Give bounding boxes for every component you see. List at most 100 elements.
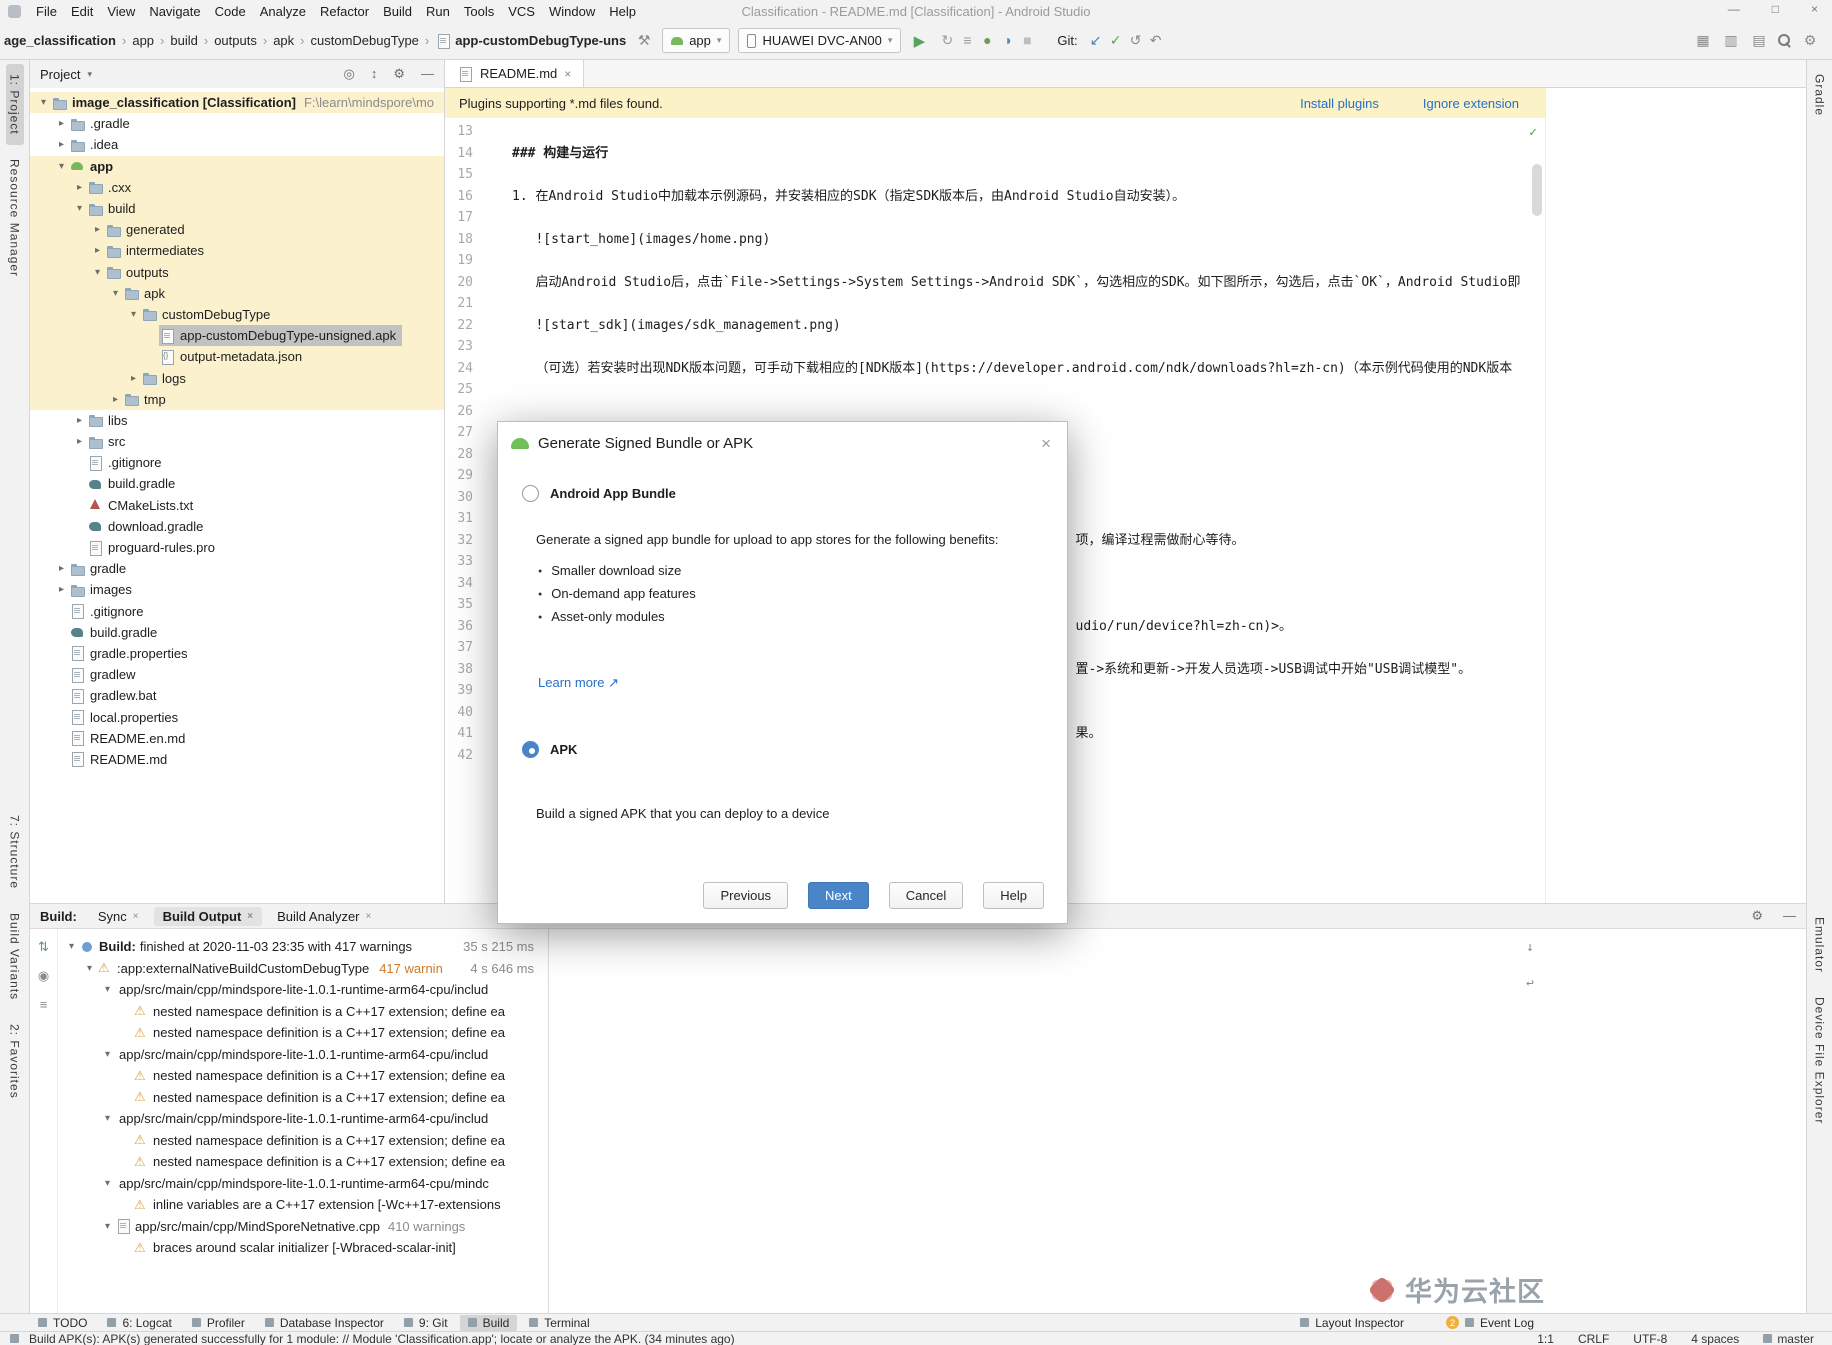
build-console[interactable]: ↓ ↩ bbox=[549, 929, 1806, 1313]
breadcrumb-item[interactable]: outputs bbox=[198, 33, 257, 48]
layout-inspector-icon[interactable]: ▦ bbox=[1693, 32, 1713, 49]
build-tree-row[interactable]: ▾ Build: finished at 2020-11-03 23:35 wi… bbox=[58, 936, 548, 958]
status-widget[interactable]: 1:1 bbox=[1537, 1332, 1554, 1345]
project-tree-row[interactable]: README.md bbox=[30, 749, 444, 770]
option-android-app-bundle[interactable]: Android App Bundle bbox=[522, 485, 1043, 502]
status-widget[interactable]: 4 spaces bbox=[1691, 1332, 1739, 1345]
project-tree-row[interactable]: gradlew.bat bbox=[30, 685, 444, 706]
breadcrumb-item[interactable]: age_classification bbox=[4, 33, 116, 48]
build-tree-row[interactable]: ▾ app/src/main/cpp/mindspore-lite-1.0.1-… bbox=[58, 979, 548, 1001]
build-tree-row[interactable]: inline variables are a C++17 extension [… bbox=[58, 1194, 548, 1216]
build-tree-row[interactable]: nested namespace definition is a C++17 e… bbox=[58, 1065, 548, 1087]
project-tree-row[interactable]: ▸ intermediates bbox=[30, 240, 444, 262]
project-tree-row[interactable]: gradlew bbox=[30, 664, 444, 685]
build-tree-row[interactable]: nested namespace definition is a C++17 e… bbox=[58, 1087, 548, 1109]
run-button[interactable]: ▶ bbox=[909, 32, 929, 50]
project-tree-row[interactable]: output-metadata.json bbox=[30, 346, 444, 368]
menu-item[interactable]: View bbox=[100, 3, 142, 20]
build-tree-row[interactable]: ▾ app/src/main/cpp/mindspore-lite-1.0.1-… bbox=[58, 1044, 548, 1066]
structure-view-icon[interactable]: ▤ bbox=[1749, 32, 1769, 49]
menu-item[interactable]: Code bbox=[208, 3, 253, 20]
menu-item[interactable]: Analyze bbox=[253, 3, 313, 20]
expand-arrow-icon[interactable]: ▾ bbox=[72, 203, 87, 214]
menu-item[interactable]: File bbox=[29, 3, 64, 20]
expand-arrow-icon[interactable]: ▾ bbox=[100, 984, 115, 995]
inspection-ok-icon[interactable]: ✓ bbox=[1529, 122, 1537, 144]
project-tree-row[interactable]: CMakeLists.txt bbox=[30, 495, 444, 516]
project-tree-row[interactable]: app-customDebugType-unsigned.apk bbox=[30, 325, 444, 347]
expand-arrow-icon[interactable]: ▸ bbox=[90, 224, 105, 235]
project-tree-row[interactable]: ▸ images bbox=[30, 579, 444, 600]
breadcrumb-item[interactable]: app-customDebugType-uns bbox=[419, 33, 626, 49]
project-tree-row[interactable]: ▸ generated bbox=[30, 219, 444, 241]
project-tree-row[interactable]: ▾ outputs bbox=[30, 261, 444, 283]
tool-window-button[interactable]: 1: Project bbox=[5, 64, 24, 145]
device-select[interactable]: HUAWEI DVC-AN00 ▾ bbox=[738, 28, 902, 53]
rollback-icon[interactable]: ↶ bbox=[1146, 32, 1166, 49]
device-manager-icon[interactable]: ▥ bbox=[1721, 32, 1741, 49]
project-tree-row[interactable]: build.gradle bbox=[30, 622, 444, 643]
breadcrumb-item[interactable]: build bbox=[154, 33, 197, 48]
debug-icon[interactable]: ● bbox=[977, 32, 997, 49]
tool-window-button[interactable]: 2: Favorites bbox=[6, 1014, 24, 1109]
project-tree-row[interactable]: .gitignore bbox=[30, 601, 444, 622]
menu-item[interactable]: VCS bbox=[501, 3, 542, 20]
build-tree-row[interactable]: ▾ app/src/main/cpp/MindSporeNetnative.cp… bbox=[58, 1216, 548, 1238]
project-tree-row[interactable]: README.en.md bbox=[30, 728, 444, 749]
window-control-button[interactable]: □ bbox=[1772, 2, 1779, 16]
expand-arrow-icon[interactable]: ▾ bbox=[36, 97, 51, 108]
close-tab-icon[interactable]: × bbox=[564, 67, 571, 81]
build-tree-row[interactable]: nested namespace definition is a C++17 e… bbox=[58, 1001, 548, 1023]
project-tree-row[interactable]: download.gradle bbox=[30, 516, 444, 537]
window-control-button[interactable]: × bbox=[1811, 2, 1818, 16]
build-hammer-icon[interactable]: ⚒ bbox=[634, 32, 654, 49]
scroll-to-end-icon[interactable]: ↓ bbox=[1526, 937, 1534, 959]
radio-unselected-icon[interactable] bbox=[522, 485, 539, 502]
expand-arrow-icon[interactable]: ▸ bbox=[108, 394, 123, 405]
menu-item[interactable]: Build bbox=[376, 3, 419, 20]
project-tree-row[interactable]: build.gradle bbox=[30, 473, 444, 494]
radio-selected-icon[interactable] bbox=[522, 741, 539, 758]
tool-window-button[interactable]: Layout Inspector bbox=[1292, 1315, 1412, 1331]
status-widget[interactable]: UTF-8 bbox=[1633, 1332, 1667, 1345]
project-tree-row[interactable]: ▾ build bbox=[30, 197, 444, 220]
tool-window-button[interactable]: Resource Manager bbox=[6, 149, 24, 287]
project-tree-row[interactable]: ▸ src bbox=[30, 431, 444, 452]
expand-arrow-icon[interactable]: ▸ bbox=[90, 245, 105, 256]
hide-build-icon[interactable]: — bbox=[1783, 908, 1796, 924]
expand-arrow-icon[interactable]: ▸ bbox=[54, 139, 69, 150]
menu-item[interactable]: Run bbox=[419, 3, 457, 20]
dialog-button[interactable]: Cancel bbox=[888, 882, 964, 909]
learn-more-link[interactable]: Learn more bbox=[538, 675, 604, 690]
settings-gear-icon[interactable]: ⚙ bbox=[1800, 32, 1820, 49]
commit-icon[interactable]: ✓ bbox=[1106, 32, 1126, 49]
expand-arrow-icon[interactable]: ▸ bbox=[54, 563, 69, 574]
expand-arrow-icon[interactable]: ▾ bbox=[100, 1221, 115, 1232]
breadcrumb-item[interactable]: customDebugType bbox=[294, 33, 419, 48]
tool-window-button[interactable]: Build bbox=[459, 1314, 518, 1331]
status-message[interactable]: Build APK(s): APK(s) generated successfu… bbox=[29, 1332, 735, 1345]
update-project-icon[interactable]: ↙ bbox=[1086, 32, 1106, 49]
locate-file-icon[interactable]: ◎ bbox=[344, 66, 355, 82]
build-settings-icon[interactable]: ⚙ bbox=[1751, 908, 1763, 924]
expand-arrow-icon[interactable]: ▸ bbox=[72, 415, 87, 426]
menu-item[interactable]: Help bbox=[602, 3, 643, 20]
project-tree-row[interactable]: ▾ image_classification [Classification] … bbox=[30, 92, 444, 114]
project-tree-row[interactable]: ▾ app bbox=[30, 155, 444, 177]
editor-scrollbar[interactable] bbox=[1532, 164, 1542, 216]
expand-arrow-icon[interactable]: ▸ bbox=[54, 118, 69, 129]
build-tree-row[interactable]: nested namespace definition is a C++17 e… bbox=[58, 1022, 548, 1044]
project-tree-row[interactable]: .gitignore bbox=[30, 452, 444, 473]
hide-panel-icon[interactable]: — bbox=[421, 66, 434, 82]
project-tree-row[interactable]: ▸ tmp bbox=[30, 388, 444, 410]
soft-wrap-icon[interactable]: ↩ bbox=[1526, 973, 1534, 995]
project-tree-row[interactable]: ▸ libs bbox=[30, 410, 444, 431]
option-apk[interactable]: APK bbox=[522, 741, 1043, 758]
pin-icon[interactable]: ◉ bbox=[38, 968, 49, 984]
search-icon[interactable] bbox=[1777, 33, 1792, 48]
project-tree-row[interactable]: proguard-rules.pro bbox=[30, 537, 444, 558]
tool-window-button[interactable]: TODO bbox=[30, 1315, 95, 1331]
build-tree-row[interactable]: nested namespace definition is a C++17 e… bbox=[58, 1151, 548, 1173]
settings-icon[interactable]: ⚙ bbox=[393, 66, 405, 82]
menu-item[interactable]: Edit bbox=[64, 3, 100, 20]
